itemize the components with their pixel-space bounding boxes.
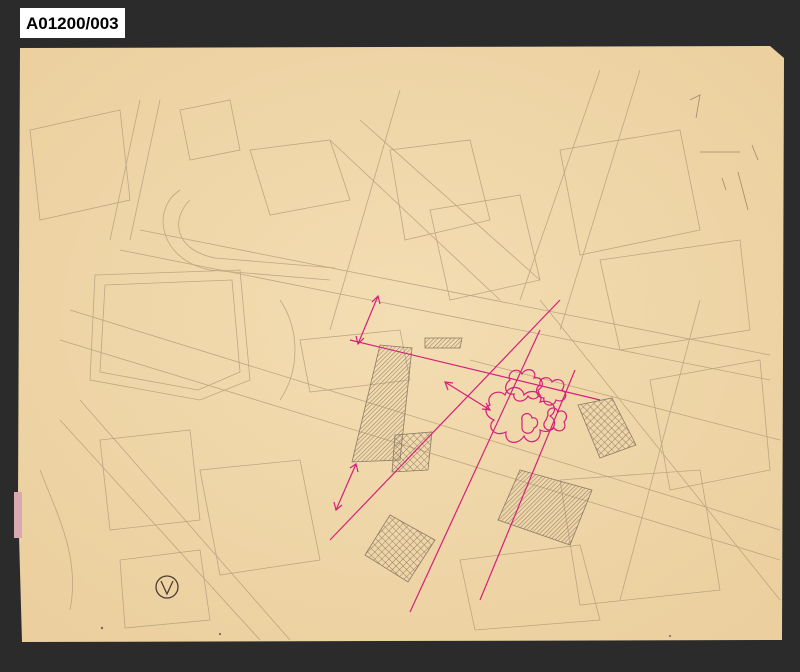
building-footprint <box>424 337 463 349</box>
building-footprint <box>391 431 433 473</box>
paper-edge-mark <box>14 492 22 538</box>
map-sheet <box>14 46 784 642</box>
